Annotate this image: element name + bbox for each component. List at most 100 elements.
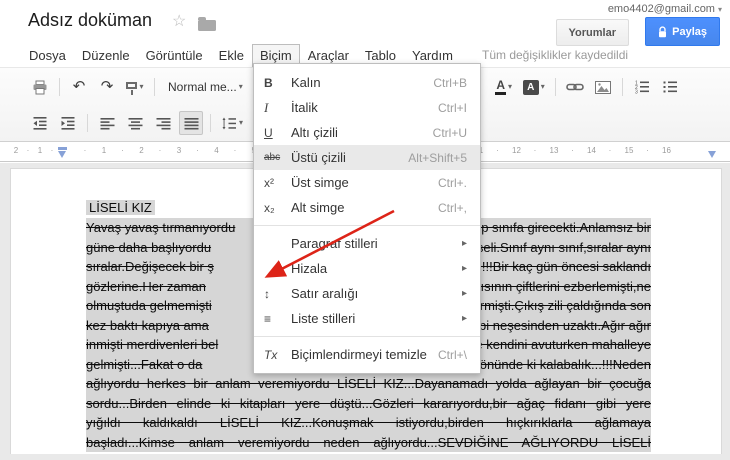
folder-icon[interactable] bbox=[198, 17, 216, 31]
bullet-list-icon bbox=[663, 81, 677, 93]
align-right-icon bbox=[156, 117, 170, 129]
insert-link-button[interactable] bbox=[563, 75, 587, 99]
subscript-icon: x₂ bbox=[264, 200, 275, 215]
ruler-mark: 1 bbox=[101, 146, 107, 155]
ruler-mark: 4 bbox=[214, 146, 219, 155]
menu-item-alt-simge[interactable]: x₂ Alt simge Ctrl+, bbox=[254, 195, 480, 220]
paint-format-icon bbox=[126, 81, 138, 95]
toolbar-separator bbox=[154, 78, 155, 96]
increase-indent-button[interactable] bbox=[56, 111, 80, 135]
google-docs-window: emo4402@gmail.com ▾ Adsız doküman ☆ Yorum… bbox=[0, 0, 730, 460]
align-center-icon bbox=[128, 117, 142, 129]
menu-item-paragraf-stilleri[interactable]: Paragraf stilleri ▸ bbox=[254, 231, 480, 256]
menu-item-ustu-cizili[interactable]: abc Üstü çizili Alt+Shift+5 bbox=[254, 145, 480, 170]
ruler-mark: · bbox=[533, 146, 537, 155]
menu-item-ust-simge[interactable]: x² Üst simge Ctrl+. bbox=[254, 170, 480, 195]
undo-icon: ↶ bbox=[72, 78, 86, 95]
align-justify-icon bbox=[184, 117, 198, 129]
menu-item-liste-stilleri[interactable]: ≡ Liste stilleri ▸ bbox=[254, 306, 480, 331]
doc-line: başladı...Kimse anlam veremiyordu neden … bbox=[86, 432, 651, 452]
line-spacing-button[interactable]: ▾ bbox=[218, 111, 246, 135]
first-line-indent-marker[interactable] bbox=[58, 147, 67, 150]
bullet-list-button[interactable] bbox=[658, 75, 682, 99]
chevron-down-icon: ▾ bbox=[717, 5, 722, 14]
ruler-mark: · bbox=[233, 146, 237, 155]
menu-item-hizala[interactable]: Hizala ▸ bbox=[254, 256, 480, 281]
menu-item-alti-cizili[interactable]: U Altı çizili Ctrl+U bbox=[254, 120, 480, 145]
styles-dropdown[interactable]: Normal me... ▾ bbox=[162, 75, 249, 99]
redo-button[interactable]: ↷ bbox=[95, 75, 119, 99]
chevron-down-icon: ▾ bbox=[238, 82, 243, 91]
toolbar-separator bbox=[87, 114, 88, 132]
printer-icon bbox=[33, 80, 47, 94]
header: emo4402@gmail.com ▾ Adsız doküman ☆ Yorum… bbox=[0, 0, 730, 46]
submenu-arrow-icon: ▸ bbox=[461, 288, 467, 299]
submenu-arrow-icon: ▸ bbox=[461, 238, 467, 249]
styles-value: Normal me... bbox=[168, 80, 237, 94]
align-right-button[interactable] bbox=[151, 111, 175, 135]
menu-item-italik[interactable]: I İtalik Ctrl+I bbox=[254, 95, 480, 120]
align-center-button[interactable] bbox=[123, 111, 147, 135]
menu-separator bbox=[254, 336, 480, 337]
paint-format-button[interactable]: ▾ bbox=[123, 75, 147, 99]
menu-goruntule[interactable]: Görüntüle bbox=[138, 44, 211, 67]
chevron-down-icon: ▾ bbox=[540, 82, 545, 91]
numbered-list-button[interactable]: 1 2 3 bbox=[630, 75, 654, 99]
line-spacing-icon: ↕ bbox=[264, 286, 270, 301]
align-left-icon bbox=[100, 117, 114, 129]
menu-dosya[interactable]: Dosya bbox=[21, 44, 74, 67]
chevron-down-icon: ▾ bbox=[139, 82, 144, 91]
comments-button[interactable]: Yorumlar bbox=[555, 19, 629, 46]
submenu-arrow-icon: ▸ bbox=[461, 263, 467, 274]
toolbar-separator bbox=[621, 78, 623, 96]
ruler-mark: 2 bbox=[139, 146, 144, 155]
share-label: Paylaş bbox=[672, 25, 707, 38]
ruler-mark: 3 bbox=[176, 146, 182, 155]
account-menu[interactable]: emo4402@gmail.com ▾ bbox=[608, 3, 722, 15]
doc-line: yığıldı kaldıkaldı LİSELİ KIZ...Konuşmak… bbox=[86, 413, 651, 433]
print-button[interactable] bbox=[28, 75, 52, 99]
clear-formatting-icon: Tx bbox=[264, 347, 278, 362]
align-justify-button[interactable] bbox=[179, 111, 203, 135]
right-indent-marker[interactable] bbox=[708, 151, 716, 158]
text-color-icon: A bbox=[495, 79, 507, 95]
ruler-mark: · bbox=[496, 146, 499, 155]
superscript-icon: x² bbox=[264, 175, 274, 190]
highlight-color-button[interactable]: A ▾ bbox=[520, 75, 548, 99]
strikethrough-icon: abc bbox=[264, 152, 281, 163]
toolbar-separator bbox=[59, 78, 60, 96]
ruler-mark: 1 bbox=[37, 146, 43, 155]
menu-item-kalin[interactable]: B Kalın Ctrl+B bbox=[254, 70, 480, 95]
doc-line: sordu...Birden elinde ki kitapları yere … bbox=[86, 393, 651, 413]
menu-item-bicimlendirmeyi-temizle[interactable]: Tx Biçimlendirmeyi temizle Ctrl+\ bbox=[254, 342, 480, 367]
decrease-indent-button[interactable] bbox=[28, 111, 52, 135]
submenu-arrow-icon: ▸ bbox=[461, 313, 467, 324]
text-color-button[interactable]: A ▾ bbox=[492, 75, 516, 99]
menu-ekle[interactable]: Ekle bbox=[211, 44, 252, 67]
list-styles-icon: ≡ bbox=[264, 311, 272, 326]
ruler-mark: 14 bbox=[587, 146, 596, 155]
decrease-indent-icon bbox=[33, 117, 47, 130]
chevron-down-icon: ▾ bbox=[239, 118, 244, 127]
menu-duzenle[interactable]: Düzenle bbox=[74, 44, 138, 67]
left-indent-marker[interactable] bbox=[58, 151, 66, 158]
doc-line: ağlıyordu herkes bir anlam veremiyordu L… bbox=[86, 374, 651, 394]
ruler-mark: 12 bbox=[512, 146, 521, 155]
menu-item-satir-araligi[interactable]: ↕ Satır aralığı ▸ bbox=[254, 281, 480, 306]
ruler-mark: 2 bbox=[13, 146, 19, 155]
ruler-mark: 15 bbox=[624, 146, 634, 155]
ruler-mark: · bbox=[158, 146, 162, 155]
ruler-mark: · bbox=[26, 146, 30, 155]
ruler-mark: · bbox=[83, 146, 87, 155]
ruler-mark: · bbox=[571, 146, 574, 155]
share-button[interactable]: Paylaş bbox=[645, 17, 720, 46]
doc-title[interactable]: Adsız doküman bbox=[28, 10, 152, 31]
align-left-button[interactable] bbox=[95, 111, 119, 135]
chevron-down-icon: ▾ bbox=[508, 82, 513, 91]
save-status: Tüm değişiklikler kaydedildi bbox=[482, 48, 629, 62]
undo-button[interactable]: ↶ bbox=[67, 75, 91, 99]
star-icon[interactable]: ☆ bbox=[172, 13, 186, 31]
lock-icon bbox=[659, 25, 667, 37]
insert-image-button[interactable] bbox=[591, 75, 615, 99]
ruler-mark: · bbox=[50, 146, 54, 155]
